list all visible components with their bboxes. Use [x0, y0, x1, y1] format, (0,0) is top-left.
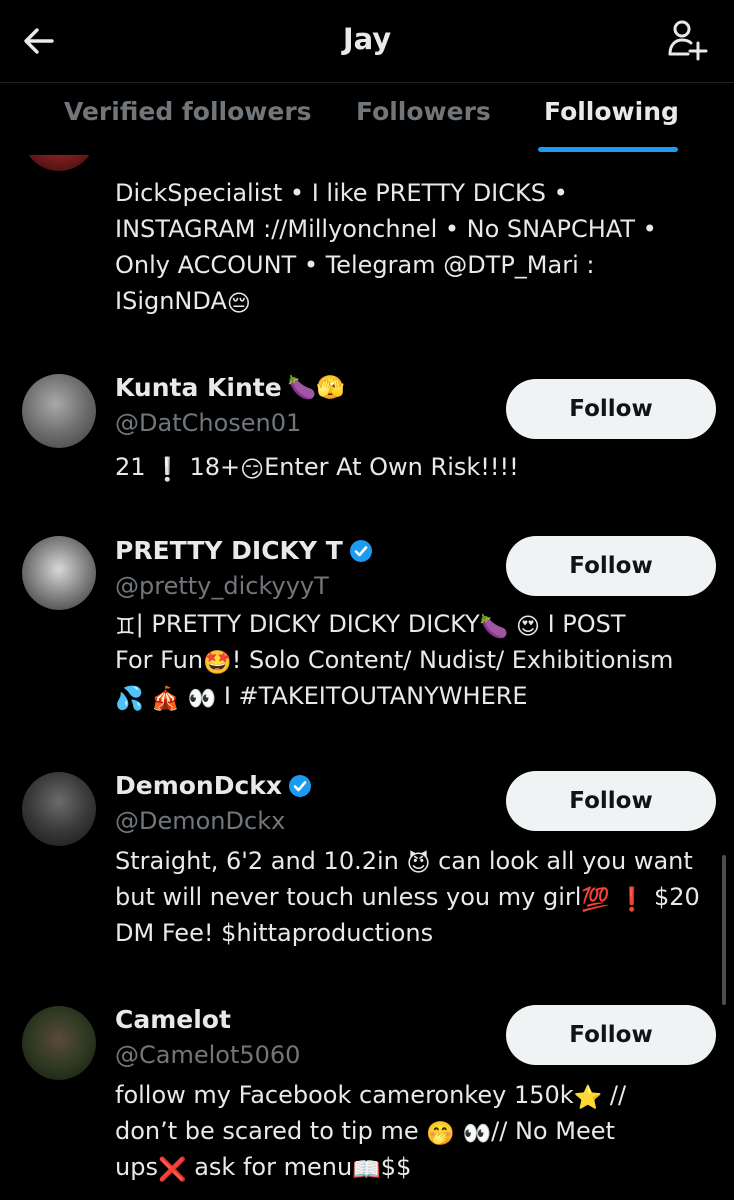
- cross-mark-icon: ❌: [157, 1157, 187, 1183]
- user-handle: @Camelot5060: [115, 1041, 301, 1069]
- eyes-icon: 👀: [462, 1121, 492, 1147]
- list-item[interactable]: Camelot @Camelot5060 follow my Facebook …: [0, 997, 734, 1197]
- bio: ♊| PRETTY DICKY DICKY DICKY🍆 😍 I POST Fo…: [115, 610, 674, 712]
- bio: 21 ❕ 18+😏Enter At Own Risk!!!!: [115, 453, 519, 483]
- eyes-icon: 👀: [187, 686, 217, 712]
- smirk-face-icon: 😏: [240, 457, 265, 483]
- person-add-icon: [668, 20, 708, 61]
- display-name[interactable]: PRETTY DICKY T: [115, 536, 373, 565]
- display-name[interactable]: Camelot: [115, 1005, 231, 1034]
- list-item[interactable]: PRETTY DICKY T @pretty_dickyyyT ♊| PRETT…: [0, 530, 734, 730]
- circus-tent-icon: 🎪: [151, 686, 180, 712]
- eggplant-icon: 🍆: [479, 614, 509, 640]
- eggplant-peek-icon: 🍆🫣: [287, 374, 345, 401]
- sweat-droplets-icon: 💦: [115, 686, 144, 712]
- tab-bar: Verified followers Followers Following: [0, 82, 734, 155]
- pensive-face-icon: 😔: [226, 291, 251, 317]
- following-list[interactable]: DickSpecialist • I like PRETTY DICKS • I…: [0, 155, 734, 1200]
- follow-button[interactable]: Follow: [506, 1005, 716, 1065]
- active-tab-indicator: [538, 147, 678, 152]
- star-icon: ⭐: [573, 1085, 603, 1111]
- exclamation-icon: ❕: [153, 457, 182, 483]
- scrollbar[interactable]: [722, 855, 726, 1005]
- hundred-points-icon: 💯: [581, 887, 611, 913]
- avatar[interactable]: [22, 1006, 96, 1080]
- follow-button[interactable]: Follow: [506, 536, 716, 596]
- bio: follow my Facebook cameronkey 150k⭐ // d…: [115, 1081, 627, 1183]
- avatar[interactable]: [22, 155, 96, 171]
- star-struck-icon: 🤩: [203, 650, 232, 676]
- hand-over-mouth-icon: 🤭: [426, 1121, 455, 1147]
- user-handle: @DatChosen01: [115, 409, 302, 437]
- add-account-button[interactable]: [666, 18, 708, 62]
- tab-followers[interactable]: Followers: [356, 97, 491, 126]
- open-book-icon: 📖: [352, 1157, 381, 1183]
- list-item[interactable]: DemonDckx @DemonDckx Straight, 6'2 and 1…: [0, 763, 734, 963]
- smiling-devil-icon: 😈: [406, 851, 431, 877]
- user-handle: @DemonDckx: [115, 807, 286, 835]
- list-item[interactable]: Kunta Kinte 🍆🫣 @DatChosen01 21 ❕ 18+😏Ent…: [0, 365, 734, 505]
- follow-button[interactable]: Follow: [506, 379, 716, 439]
- list-item[interactable]: DickSpecialist • I like PRETTY DICKS • I…: [0, 155, 734, 345]
- verified-badge-icon: [349, 539, 372, 562]
- red-exclamation-icon: ❗: [617, 887, 647, 913]
- avatar[interactable]: [22, 374, 96, 448]
- gemini-sign-icon: ♊: [115, 614, 136, 640]
- tab-following[interactable]: Following: [544, 97, 679, 126]
- user-handle: @pretty_dickyyyT: [115, 572, 329, 600]
- avatar[interactable]: [22, 536, 96, 610]
- verified-badge-icon: [289, 774, 312, 797]
- tab-verified-followers[interactable]: Verified followers: [64, 97, 312, 126]
- bio: DickSpecialist • I like PRETTY DICKS • I…: [115, 179, 657, 317]
- follow-button[interactable]: Follow: [506, 771, 716, 831]
- avatar[interactable]: [22, 772, 96, 846]
- display-name[interactable]: DemonDckx: [115, 771, 312, 800]
- display-name[interactable]: Kunta Kinte 🍆🫣: [115, 373, 345, 402]
- page-title: Jay: [342, 22, 392, 56]
- top-app-bar: Jay: [0, 0, 734, 82]
- heart-eyes-icon: 😍: [515, 614, 540, 640]
- bio: Straight, 6'2 and 10.2in 😈 can look all …: [115, 847, 700, 947]
